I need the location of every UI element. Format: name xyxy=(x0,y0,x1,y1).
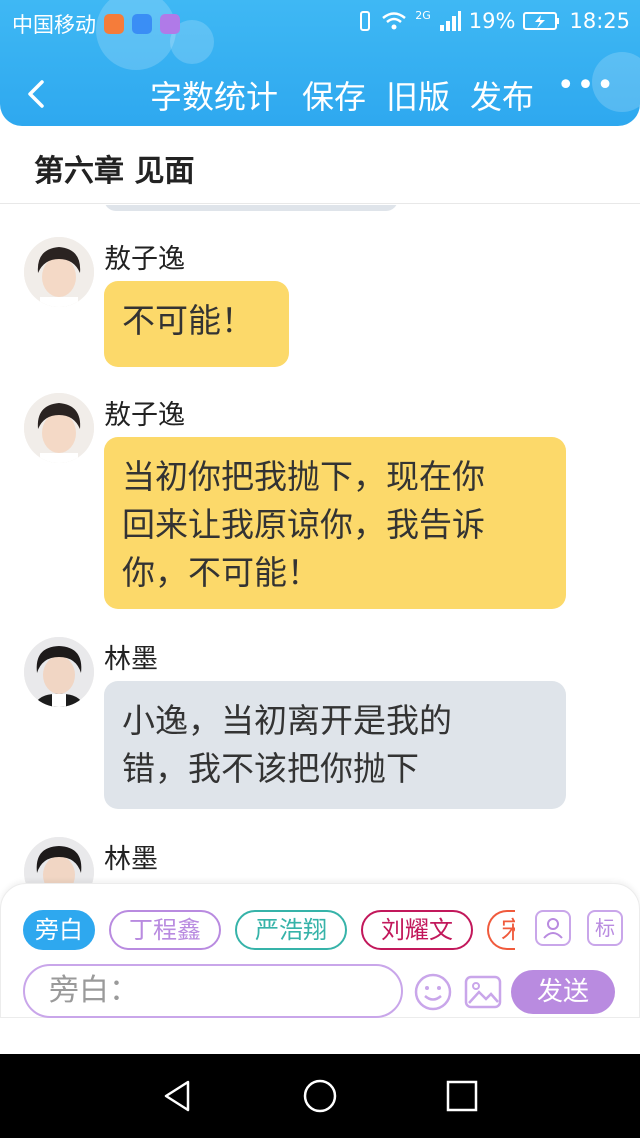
music-app-icon xyxy=(104,14,124,34)
chapter-title[interactable]: 第六章 见面 xyxy=(34,146,194,190)
character-chip[interactable]: 严浩翔 xyxy=(235,910,347,950)
input-placeholder: 旁白： xyxy=(49,973,139,1008)
sender-name: 敖子逸 xyxy=(104,400,185,431)
emoji-icon[interactable] xyxy=(413,972,453,1012)
status-bar: 中国移动 2G 19% 18:25 xyxy=(0,0,640,44)
panel-spacer xyxy=(0,1018,640,1054)
message-input[interactable]: 旁白： xyxy=(23,964,403,1018)
vibrate-icon xyxy=(360,11,371,31)
image-icon[interactable] xyxy=(463,972,503,1012)
message-bubble[interactable]: 当初你把我抛下，现在你 回来让我原谅你，我告诉 你，不可能！ xyxy=(104,437,566,609)
sender-name: 林墨 xyxy=(104,844,158,875)
previous-message-bubble[interactable] xyxy=(104,205,398,211)
message-bubble[interactable]: 小逸，当初离开是我的 错，我不该把你抛下 xyxy=(104,681,566,809)
nav-home-icon[interactable] xyxy=(300,1076,340,1116)
composer-panel: 旁白 丁程鑫 严浩翔 刘耀文 宋 标 旁白： 发送 xyxy=(0,883,640,1018)
avatar[interactable] xyxy=(24,393,94,463)
tag-button[interactable]: 标 xyxy=(587,910,623,946)
back-arrow-icon[interactable] xyxy=(18,74,58,114)
editor-toolbar: 字数统计 保存 旧版 发布 ••• xyxy=(0,64,640,124)
character-chip-narrator[interactable]: 旁白 xyxy=(23,910,95,950)
nav-recents-icon[interactable] xyxy=(442,1076,482,1116)
message-line: 错，我不该把你抛下 xyxy=(122,749,419,788)
avatar[interactable] xyxy=(24,237,94,307)
signal-icon xyxy=(439,11,461,31)
sender-name: 林墨 xyxy=(104,644,158,675)
sender-name: 敖子逸 xyxy=(104,244,185,275)
system-navigation-bar xyxy=(0,1054,640,1138)
battery-percent: 19% xyxy=(468,9,516,33)
message-app-icon xyxy=(132,14,152,34)
more-menu-button[interactable]: ••• xyxy=(557,68,616,103)
save-button[interactable]: 保存 xyxy=(302,72,366,118)
character-manage-icon[interactable] xyxy=(535,910,571,946)
message-text: 不可能！ xyxy=(122,301,254,340)
avatar[interactable] xyxy=(24,837,94,885)
avatar[interactable] xyxy=(24,637,94,707)
wifi-icon xyxy=(382,12,407,30)
message-line: 你，不可能！ xyxy=(122,553,320,592)
carrier-label: 中国移动 xyxy=(12,13,96,37)
character-chip[interactable]: 刘耀文 xyxy=(361,910,473,950)
word-count-button[interactable]: 字数统计 xyxy=(150,72,278,118)
old-version-button[interactable]: 旧版 xyxy=(386,72,450,118)
network-type-label: 2G xyxy=(415,8,431,22)
clock: 18:25 xyxy=(569,9,630,33)
app-header: 中国移动 2G 19% 18:25 字数统计 保存 旧版 发布 ••• xyxy=(0,0,640,126)
nav-back-icon[interactable] xyxy=(158,1076,198,1116)
character-chip[interactable]: 宋 xyxy=(487,910,515,950)
chapter-header: 第六章 见面 xyxy=(0,126,640,204)
battery-charging-icon xyxy=(523,12,560,30)
gallery-app-icon xyxy=(160,14,180,34)
message-line: 当初你把我抛下，现在你 xyxy=(122,457,485,496)
chat-list[interactable]: 敖子逸 不可能！ 敖子逸 当初你把我抛下，现在你 回来让我原谅你，我告诉 你，不… xyxy=(0,205,640,885)
message-line: 回来让我原谅你，我告诉 xyxy=(122,505,485,544)
character-chip[interactable]: 丁程鑫 xyxy=(109,910,221,950)
publish-button[interactable]: 发布 xyxy=(470,72,534,118)
message-line: 小逸，当初离开是我的 xyxy=(122,701,452,740)
message-bubble[interactable]: 不可能！ xyxy=(104,281,289,367)
send-button[interactable]: 发送 xyxy=(511,970,615,1014)
